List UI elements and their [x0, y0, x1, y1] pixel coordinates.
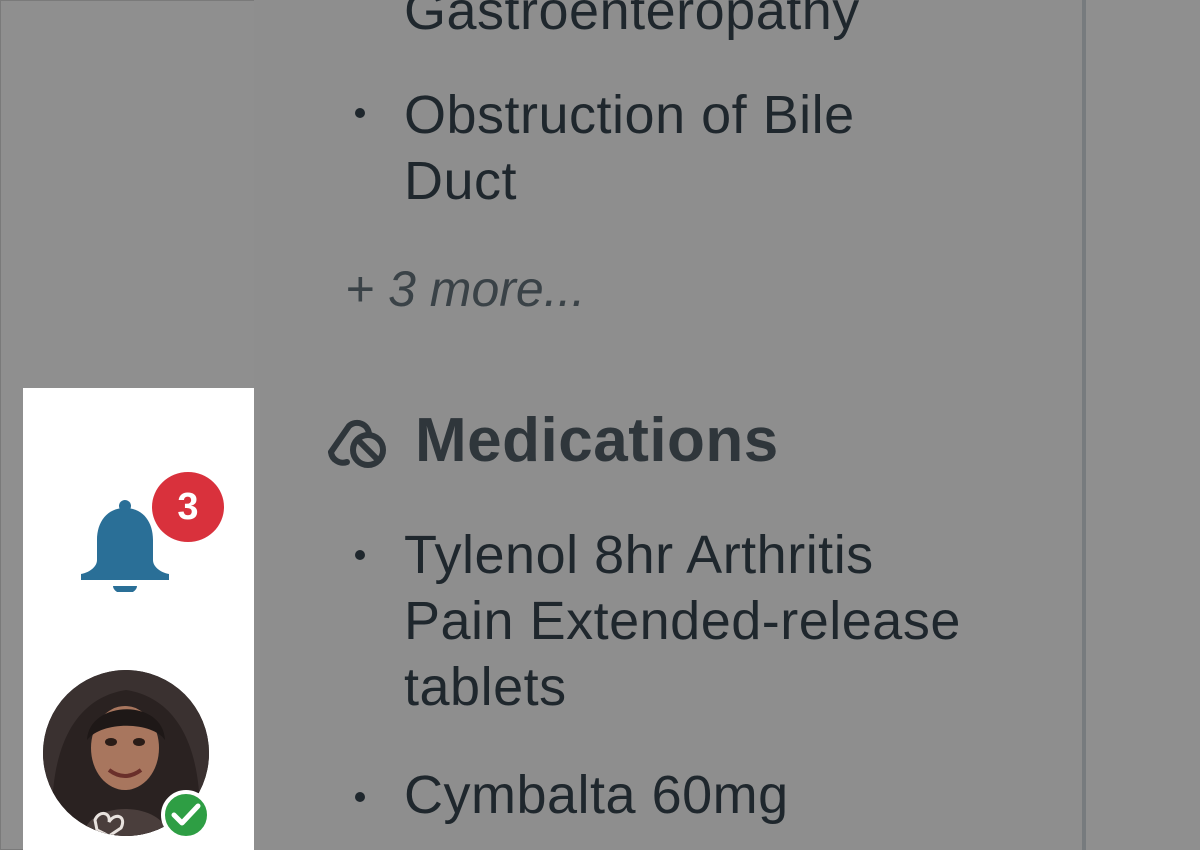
more-conditions-link[interactable]: + 3 more...: [345, 258, 585, 320]
pill-cancel-icon: [319, 408, 389, 473]
condition-item-bile-duct-line1: Obstruction of Bile: [404, 85, 855, 145]
bullet: [355, 792, 365, 802]
medication-item-tylenol-line1: Tylenol 8hr Arthritis: [404, 525, 874, 585]
right-background: [1086, 0, 1200, 850]
notification-count-badge: 3: [147, 467, 229, 547]
online-status-badge: [161, 790, 211, 840]
medication-item-cymbalta: Cymbalta 60mg: [404, 765, 789, 825]
section-title: Medications: [415, 405, 779, 475]
bullet: [355, 108, 365, 118]
medication-item-tylenol-line2: Pain Extended-release: [404, 591, 961, 651]
condition-item-gastroenteropathy: Gastroenteropathy: [404, 0, 860, 41]
bullet: [355, 550, 365, 560]
medications-header: Medications: [319, 405, 779, 475]
condition-item-bile-duct-line2: Duct: [404, 151, 518, 211]
sidebar: 3: [23, 388, 254, 850]
medication-item-tylenol-line3: tablets: [404, 657, 567, 717]
